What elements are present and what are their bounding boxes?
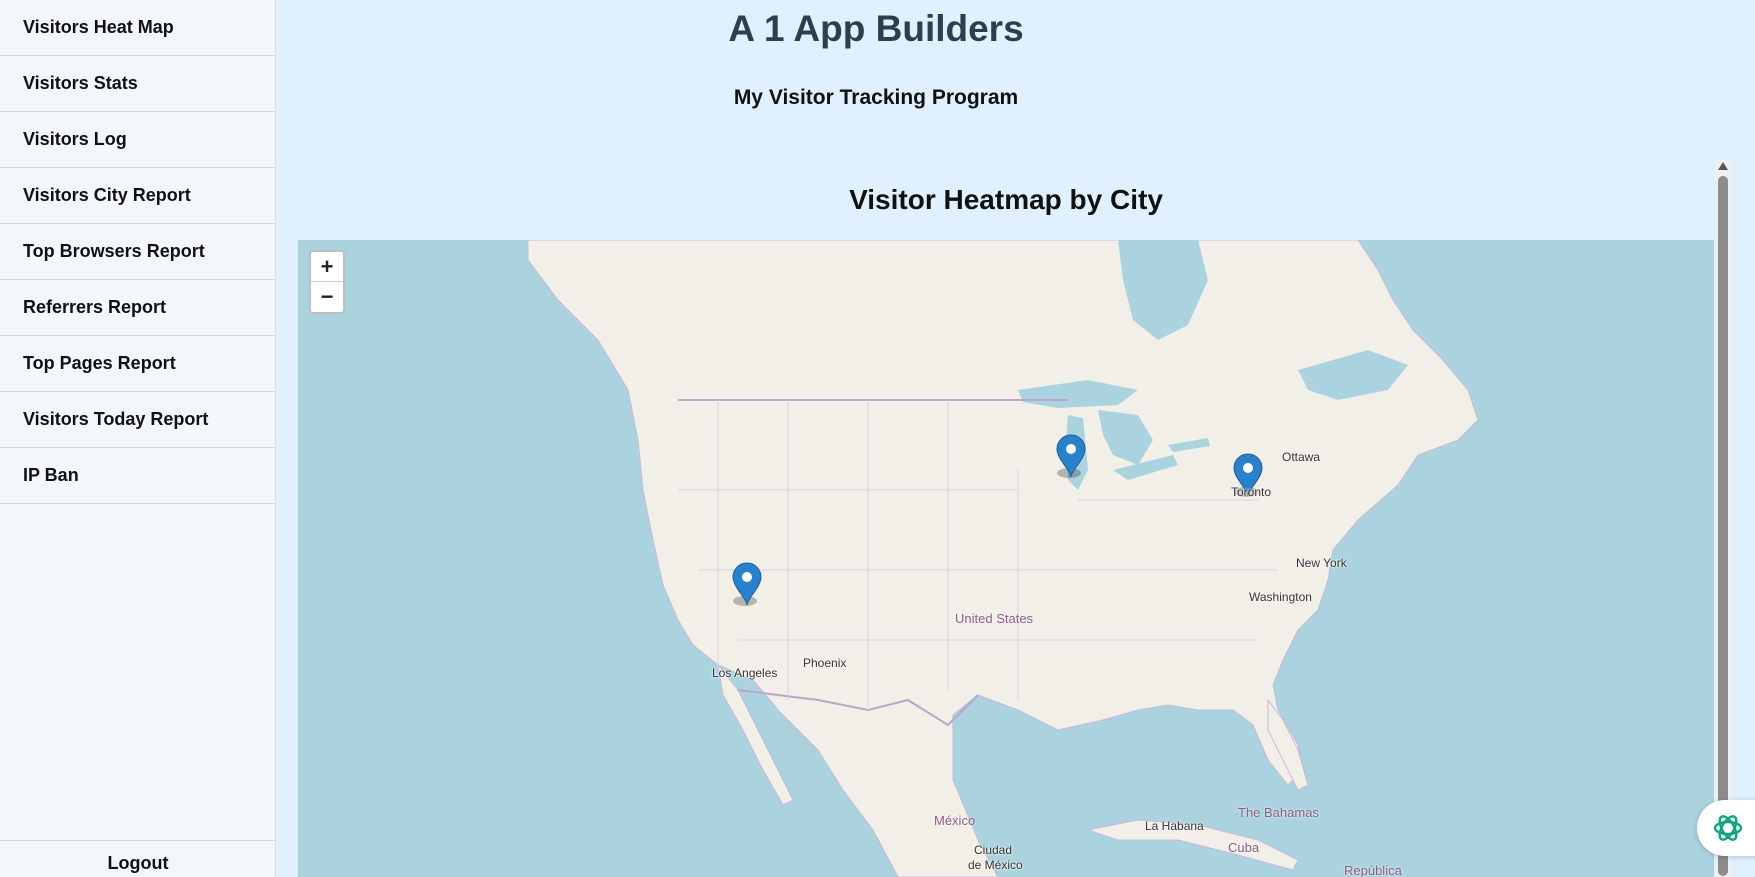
sidebar-item-visitors-today-report[interactable]: Visitors Today Report	[0, 392, 275, 448]
map-label-de-mexico: de México	[968, 858, 1023, 872]
zoom-out-button[interactable]: −	[311, 282, 343, 312]
sidebar-item-label: Top Browsers Report	[23, 241, 205, 261]
map-label-cuba: Cuba	[1228, 840, 1260, 855]
visitor-map[interactable]: + − Ottawa Toronto New York Washington U…	[298, 240, 1714, 877]
map-label-united-states: United States	[955, 611, 1034, 626]
logout-button[interactable]: Logout	[0, 840, 276, 877]
map-label-phoenix: Phoenix	[803, 656, 847, 670]
sidebar-item-label: Referrers Report	[23, 297, 167, 317]
sidebar-item-label: IP Ban	[23, 465, 79, 485]
sidebar-item-label: Visitors Heat Map	[23, 17, 174, 37]
app-subtitle: My Visitor Tracking Program	[733, 86, 1019, 109]
sidebar-item-visitors-stats[interactable]: Visitors Stats	[0, 56, 275, 112]
sidebar: Visitors Heat Map Visitors Stats Visitor…	[0, 0, 276, 877]
zoom-control: + −	[309, 250, 345, 314]
scroll-thumb[interactable]	[1718, 176, 1728, 876]
map-title: Visitor Heatmap by City	[849, 184, 1163, 215]
page-scrollbar[interactable]	[1716, 160, 1730, 877]
main-content: A 1 App Builders My Visitor Tracking Pro…	[276, 0, 1755, 877]
sidebar-item-label: Visitors Log	[23, 129, 127, 149]
sidebar-item-referrers-report[interactable]: Referrers Report	[0, 280, 275, 336]
map-label-ottawa: Ottawa	[1282, 450, 1321, 464]
map-label-new-york: New York	[1296, 556, 1347, 570]
map-label-the-bahamas: The Bahamas	[1238, 805, 1319, 820]
app-title: A 1 App Builders	[728, 8, 1024, 49]
openai-icon	[1713, 815, 1743, 841]
sidebar-item-visitors-log[interactable]: Visitors Log	[0, 112, 275, 168]
sidebar-item-label: Visitors Today Report	[23, 409, 209, 429]
chat-widget-button[interactable]	[1697, 800, 1755, 856]
map-label-washington: Washington	[1249, 590, 1312, 604]
scroll-up-arrow[interactable]	[1718, 162, 1728, 170]
map-label-los-angeles: Los Angeles	[712, 666, 778, 680]
map-label-mexico: México	[934, 813, 976, 828]
map-label-la-habana: La Habana	[1145, 819, 1204, 833]
sidebar-item-label: Visitors Stats	[23, 73, 138, 93]
sidebar-item-visitors-city-report[interactable]: Visitors City Report	[0, 168, 275, 224]
sidebar-item-top-browsers-report[interactable]: Top Browsers Report	[0, 224, 275, 280]
map-label-toronto: Toronto	[1231, 485, 1272, 499]
sidebar-menu: Visitors Heat Map Visitors Stats Visitor…	[0, 0, 275, 504]
sidebar-item-visitors-heat-map[interactable]: Visitors Heat Map	[0, 0, 275, 56]
map-tiles	[527, 240, 1479, 877]
sidebar-item-ip-ban[interactable]: IP Ban	[0, 448, 275, 504]
map-label-republica: República	[1344, 863, 1402, 877]
sidebar-item-label: Top Pages Report	[23, 353, 176, 373]
zoom-in-button[interactable]: +	[311, 252, 343, 282]
sidebar-item-label: Visitors City Report	[23, 185, 191, 205]
map-label-ciudad: Ciudad	[974, 843, 1013, 857]
sidebar-item-top-pages-report[interactable]: Top Pages Report	[0, 336, 275, 392]
